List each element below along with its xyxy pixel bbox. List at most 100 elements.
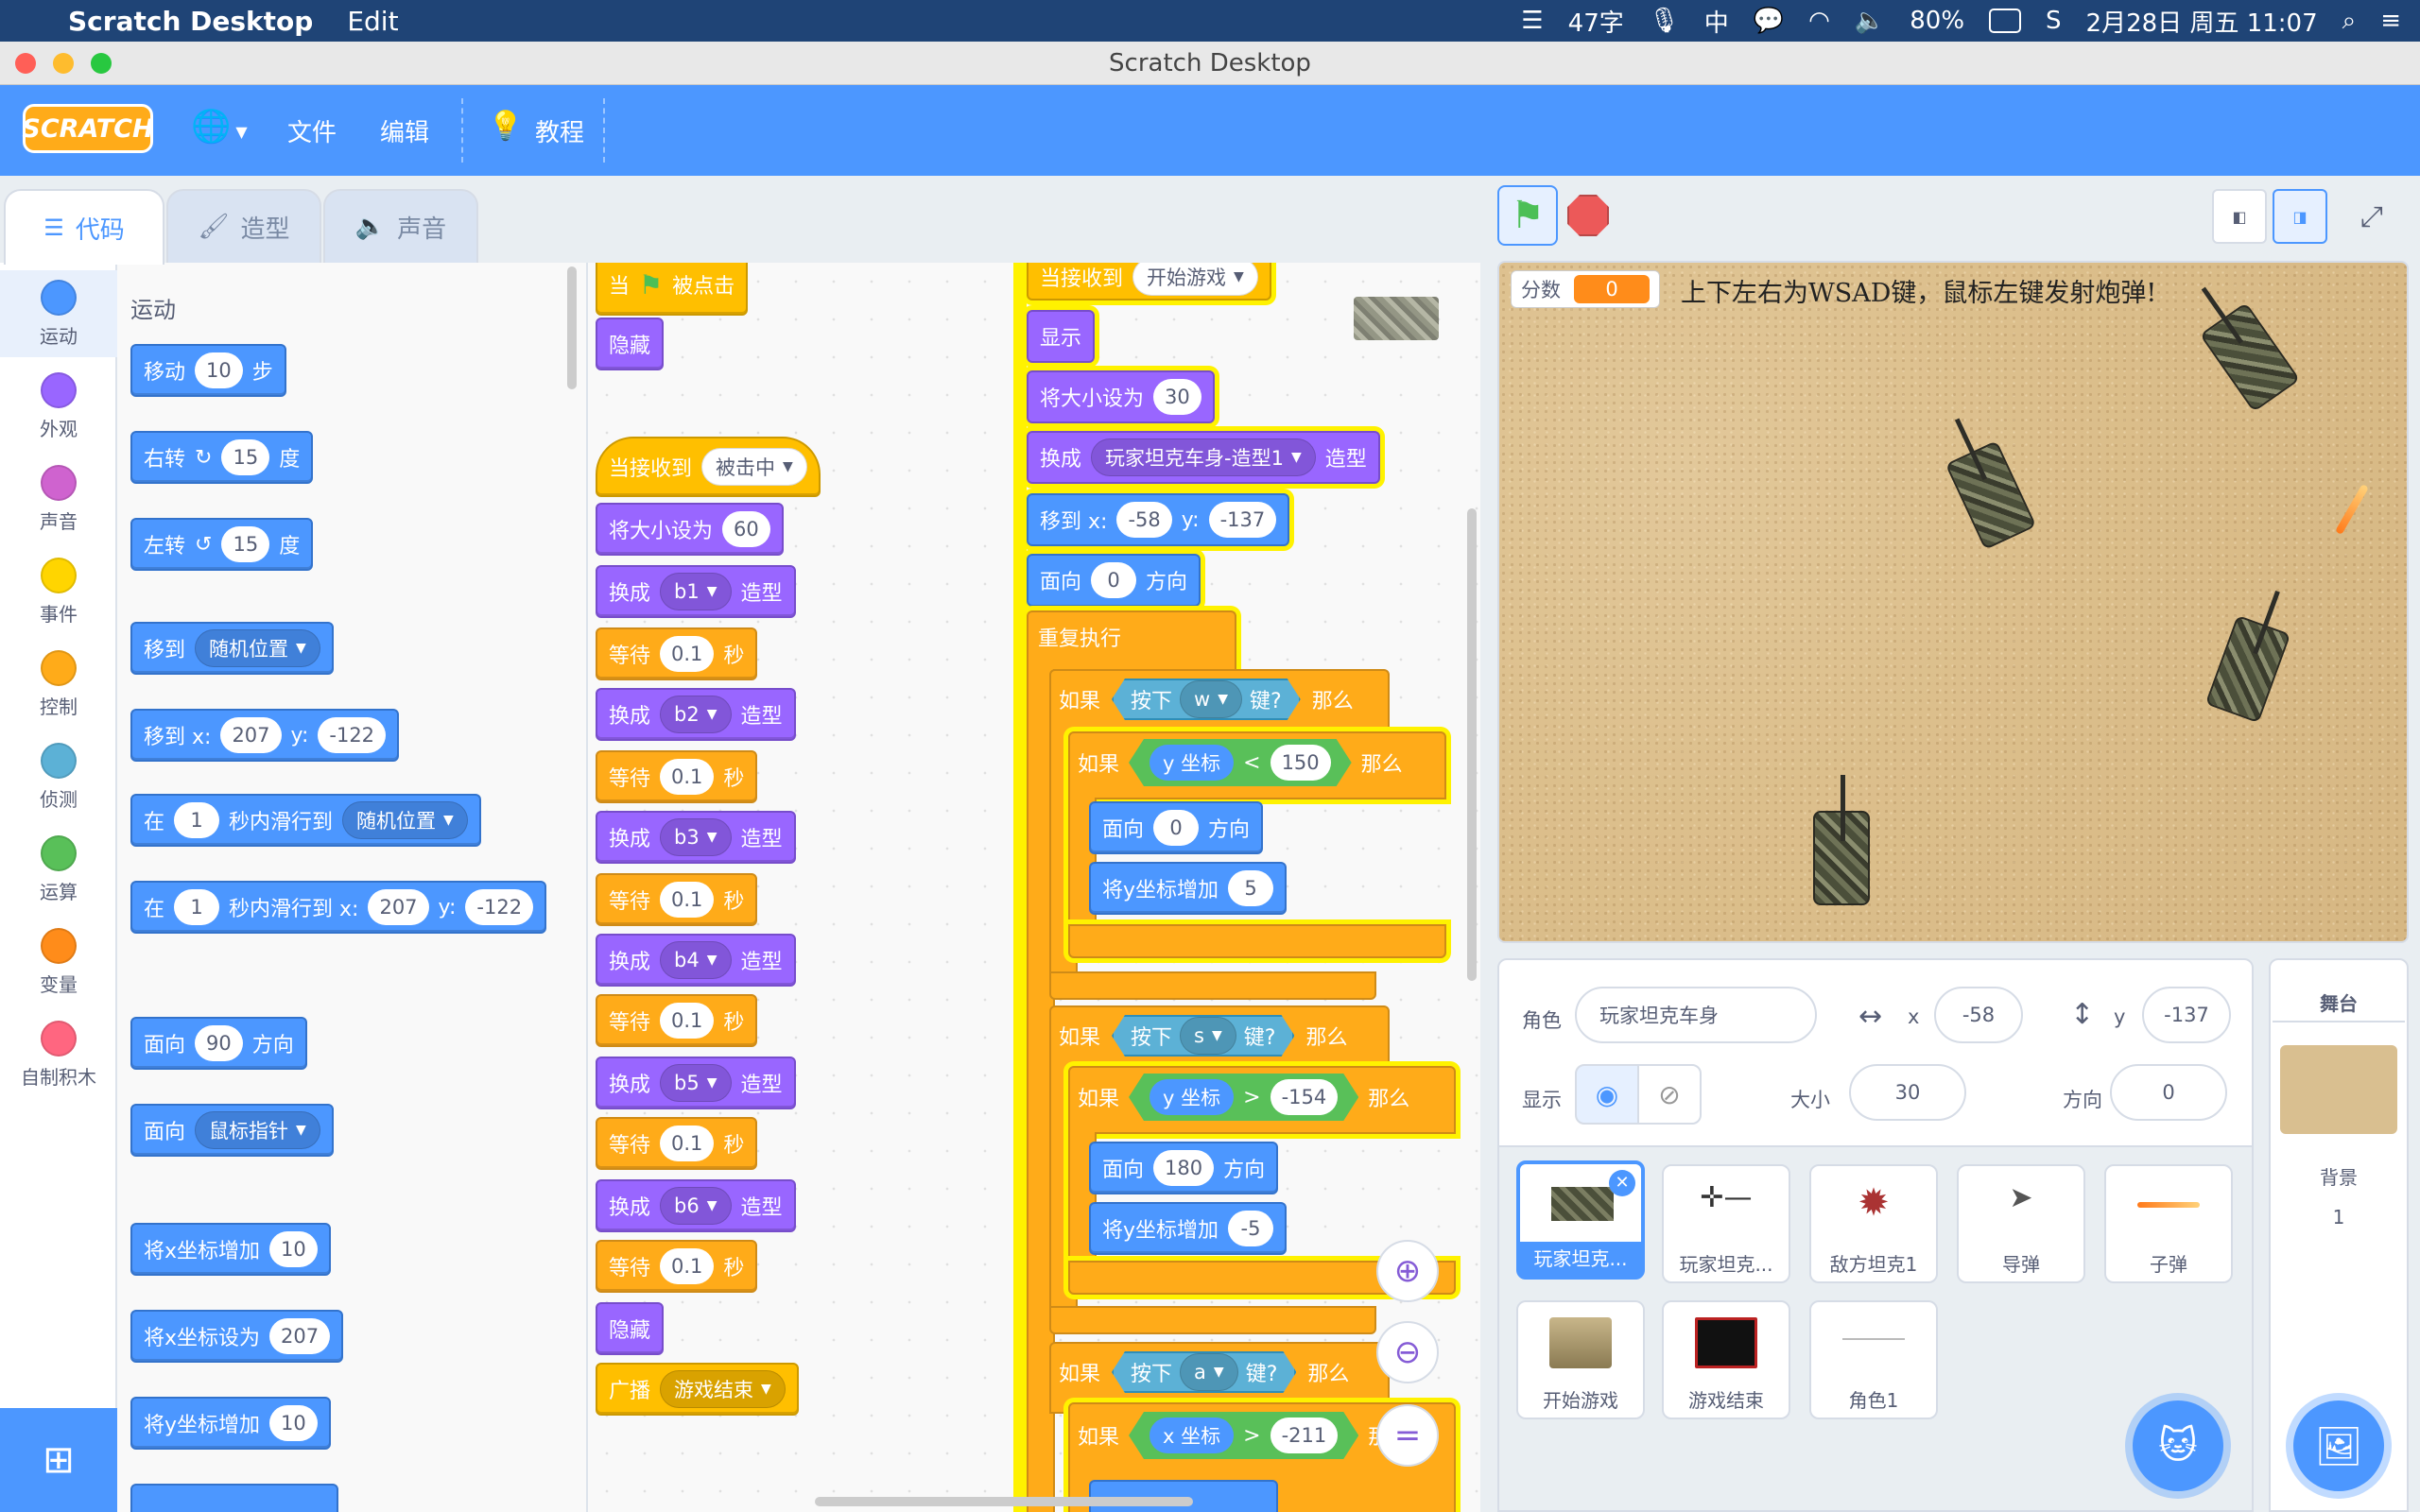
number-input[interactable]: 60 xyxy=(722,511,770,547)
delete-sprite-icon[interactable]: ✕ xyxy=(1609,1170,1635,1196)
workspace-vertical-scrollbar[interactable] xyxy=(1467,508,1477,981)
ime-mode[interactable]: 中 xyxy=(1704,4,1729,39)
category-5[interactable]: 控制 xyxy=(0,641,117,728)
wait-block[interactable]: 等待 0.1 秒 xyxy=(596,750,758,803)
number-input[interactable]: 10 xyxy=(269,1405,318,1441)
number-input[interactable]: 15 xyxy=(221,439,270,475)
number-input[interactable]: 0.1 xyxy=(660,1248,715,1284)
key-pressed-sensor[interactable]: 按下 w ▼ 键? xyxy=(1112,679,1301,720)
stack-icon[interactable]: ☰ xyxy=(1521,7,1543,35)
point-direction-block[interactable]: 面向 0 方向 xyxy=(1089,801,1264,854)
code-workspace[interactable]: 当 ⚑ 被点击 隐藏 当接收到 被击中 ▼ 将大小设为 60 换成 b1 ▼ 造型 等待 0.1 秒… xyxy=(588,263,1480,1512)
category-3[interactable]: 声音 xyxy=(0,455,117,542)
point-towards-block[interactable]: 面向 鼠标指针 ▼ xyxy=(130,1104,334,1157)
change-y-block[interactable]: 将y坐标增加 10 xyxy=(130,1397,331,1450)
workspace-horizontal-scrollbar[interactable] xyxy=(815,1497,1193,1506)
glide-xy-block[interactable]: 在 1 秒内滑行到 x: 207 y: -122 xyxy=(130,881,547,934)
wait-block[interactable]: 等待 0.1 秒 xyxy=(596,627,758,680)
player-tank-sprite[interactable] xyxy=(1813,775,1870,905)
sprite-tile[interactable]: ✕ 玩家坦克... xyxy=(1516,1160,1645,1280)
category-8[interactable]: 变量 xyxy=(0,919,117,1005)
costume-dropdown[interactable]: b1 ▼ xyxy=(660,573,732,610)
number-input[interactable]: 10 xyxy=(269,1231,318,1267)
turn-right-block[interactable]: 右转 ↻ 15 度 xyxy=(130,431,314,484)
wait-block[interactable]: 等待 0.1 秒 xyxy=(596,873,758,926)
number-input[interactable]: -122 xyxy=(465,889,534,925)
green-flag-button[interactable]: ⚑ xyxy=(1497,185,1558,246)
when-receive-hat[interactable]: 当接收到 被击中 ▼ xyxy=(596,437,821,497)
number-input[interactable]: -211 xyxy=(1270,1418,1339,1453)
number-input[interactable]: 5 xyxy=(1228,870,1274,906)
volume-icon[interactable]: 🔈 xyxy=(1855,7,1885,35)
y-field[interactable]: -137 xyxy=(2142,987,2231,1043)
number-input[interactable]: 1 xyxy=(174,802,220,838)
switch-costume-block[interactable]: 换成 玩家坦克车身-造型1 ▼ 造型 xyxy=(1027,431,1380,484)
set-y-block-partial[interactable] xyxy=(130,1484,338,1512)
set-size-block[interactable]: 将大小设为 60 xyxy=(596,503,784,556)
number-input[interactable]: 0.1 xyxy=(660,882,715,918)
hide-block[interactable]: 隐藏 xyxy=(596,1302,665,1355)
goto-block[interactable]: 移到 随机位置 ▼ xyxy=(130,622,334,675)
key-dropdown[interactable]: s ▼ xyxy=(1180,1017,1236,1055)
number-input[interactable]: 0 xyxy=(1091,562,1137,598)
costume-dropdown[interactable]: 玩家坦克车身-造型1 ▼ xyxy=(1091,438,1316,476)
costume-dropdown[interactable]: b5 ▼ xyxy=(660,1064,732,1102)
number-input[interactable]: 207 xyxy=(368,889,429,925)
message-dropdown[interactable]: 被击中 ▼ xyxy=(701,448,807,486)
spotlight-icon[interactable]: ⌕ xyxy=(2342,7,2357,36)
ime-count[interactable]: 47字 xyxy=(1568,4,1624,39)
y-position-reporter[interactable]: y 坐标 xyxy=(1150,745,1234,781)
category-6[interactable]: 侦测 xyxy=(0,733,117,820)
number-input[interactable]: 0.1 xyxy=(660,1003,715,1039)
tutorials-menu[interactable]: 教程 xyxy=(535,113,584,148)
number-input[interactable]: -122 xyxy=(318,717,387,753)
enemy-tank-sprite[interactable] xyxy=(2204,614,2291,724)
stage[interactable]: 分数 0 上下左右为WSAD键，鼠标左键发射炮弹! xyxy=(1497,261,2409,943)
number-input[interactable]: 0.1 xyxy=(660,759,715,795)
costume-dropdown[interactable]: b2 ▼ xyxy=(660,696,732,733)
control-center-icon[interactable]: ≡ xyxy=(2380,7,2401,35)
greater-than-operator[interactable]: x 坐标 > -211 xyxy=(1129,1412,1358,1459)
switch-costume-block[interactable]: 换成 b4 ▼ 造型 xyxy=(596,934,796,987)
add-extension-button[interactable]: ⊞ xyxy=(0,1408,117,1512)
scratch-logo[interactable]: SCRATCH xyxy=(22,104,154,153)
sprite-tile[interactable]: ➤ 导弹 xyxy=(1957,1164,2085,1283)
greater-than-operator[interactable]: y 坐标 > -154 xyxy=(1129,1074,1358,1121)
zoom-in-icon[interactable]: ⊕ xyxy=(1376,1240,1439,1302)
lightbulb-icon[interactable]: 💡 xyxy=(488,110,523,143)
point-direction-block[interactable]: 面向 90 方向 xyxy=(130,1017,307,1070)
wait-block[interactable]: 等待 0.1 秒 xyxy=(596,994,758,1047)
change-y-block[interactable]: 将y坐标增加 5 xyxy=(1089,862,1288,915)
when-flag-clicked-hat[interactable]: 当 ⚑ 被点击 xyxy=(596,263,749,316)
tab-sounds[interactable]: 🔈 声音 xyxy=(323,189,478,265)
small-stage-button[interactable]: ◧ xyxy=(2212,189,2267,244)
bullet-sprite[interactable] xyxy=(2335,483,2369,536)
tab-costumes[interactable]: 🖌 造型 xyxy=(166,189,321,265)
zoom-out-icon[interactable]: ⊖ xyxy=(1376,1321,1439,1383)
message-dropdown[interactable]: 开始游戏 ▼ xyxy=(1132,263,1258,296)
choose-backdrop-button[interactable]: 🖼 xyxy=(2293,1400,2384,1491)
number-input[interactable]: -58 xyxy=(1116,502,1172,538)
show-sprite-button[interactable]: ◉ xyxy=(1575,1064,1639,1125)
switch-costume-block[interactable]: 换成 b6 ▼ 造型 xyxy=(596,1179,796,1232)
size-field[interactable]: 30 xyxy=(1849,1064,1966,1121)
wechat-icon[interactable]: 💬 xyxy=(1754,7,1784,35)
set-x-block[interactable]: 将x坐标设为 207 xyxy=(130,1310,344,1363)
category-2[interactable]: 外观 xyxy=(0,363,117,450)
number-input[interactable]: 207 xyxy=(220,717,282,753)
direction-field[interactable]: 0 xyxy=(2110,1064,2227,1121)
costume-dropdown[interactable]: b4 ▼ xyxy=(660,941,732,979)
clock[interactable]: 2月28日 周五 11:07 xyxy=(2086,4,2318,39)
turn-left-block[interactable]: 左转 ↺ 15 度 xyxy=(130,518,314,571)
hide-block[interactable]: 隐藏 xyxy=(596,318,665,370)
switch-costume-block[interactable]: 换成 b2 ▼ 造型 xyxy=(596,688,796,741)
y-position-reporter[interactable]: y 坐标 xyxy=(1150,1079,1234,1115)
switch-costume-block[interactable]: 换成 b5 ▼ 造型 xyxy=(596,1057,796,1109)
number-input[interactable]: 90 xyxy=(195,1025,243,1061)
number-input[interactable]: 150 xyxy=(1270,745,1331,781)
number-input[interactable]: 0.1 xyxy=(660,1125,715,1161)
switch-costume-block[interactable]: 换成 b3 ▼ 造型 xyxy=(596,811,796,864)
number-input[interactable]: -137 xyxy=(1208,502,1277,538)
x-field[interactable]: -58 xyxy=(1934,987,2023,1043)
sprite-tile[interactable]: 开始游戏 xyxy=(1516,1300,1645,1419)
